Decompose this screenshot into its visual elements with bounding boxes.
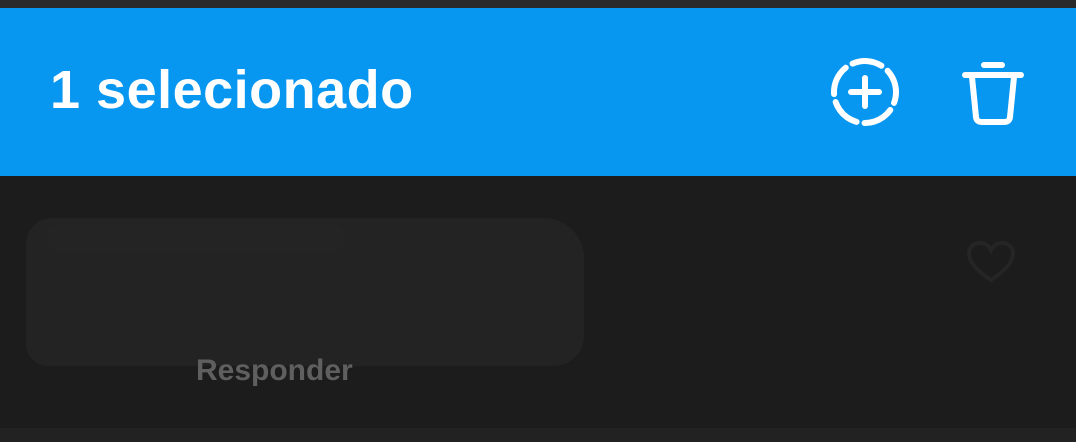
comment-list: Responder <box>0 176 1076 442</box>
selection-count-title: 1 selecionado <box>50 60 414 120</box>
list-divider <box>0 428 1076 442</box>
heart-icon[interactable] <box>966 240 1016 284</box>
add-to-story-button[interactable] <box>820 47 910 137</box>
dashed-circle-plus-icon <box>831 58 899 126</box>
status-bar-strip <box>0 0 1076 8</box>
selection-app-bar: 1 selecionado <box>0 8 1076 176</box>
reply-button[interactable]: Responder <box>196 354 353 388</box>
trash-icon <box>962 62 1024 125</box>
comment-bubble-redacted <box>26 218 584 366</box>
delete-button[interactable] <box>948 47 1038 137</box>
selected-comment[interactable]: Responder <box>0 176 1076 428</box>
